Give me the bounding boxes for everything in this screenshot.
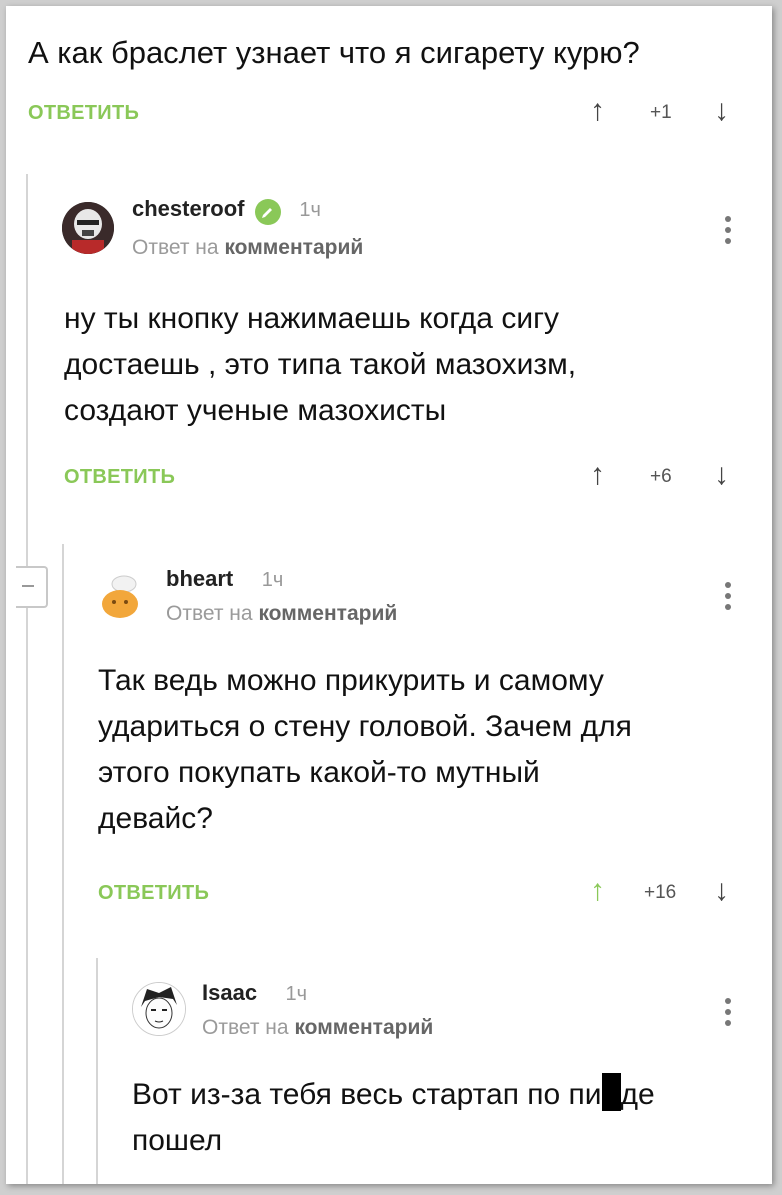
comment-time: 1ч <box>299 199 321 221</box>
comment-line: пошел <box>132 1124 223 1157</box>
comment-time: 1ч <box>261 569 284 591</box>
reply-button[interactable]: ОТВЕТИТЬ <box>98 882 209 905</box>
comment-time: 1ч <box>285 983 308 1005</box>
reply-to-link[interactable]: комментарий <box>294 1016 433 1039</box>
comment-text-part: Вот из-за тебя весь стартап по пи <box>132 1078 602 1111</box>
top-comment-downvote-icon[interactable]: ↓ <box>714 96 729 126</box>
comment-line: Вот из-за тебя весь стартап по пи де <box>132 1072 655 1118</box>
top-comment-reply-button[interactable]: ОТВЕТИТЬ <box>28 102 139 125</box>
anime-avatar[interactable] <box>132 982 186 1036</box>
kebab-menu-icon[interactable] <box>725 582 733 615</box>
reply-to-link[interactable]: комментарий <box>224 236 363 259</box>
top-comment-upvote-icon[interactable]: ↑ <box>590 96 605 126</box>
username[interactable]: Isaac <box>202 980 257 1005</box>
upvote-icon[interactable]: ↑ <box>590 460 605 490</box>
chef-avatar[interactable] <box>96 568 148 620</box>
username[interactable]: bheart <box>166 566 233 591</box>
thread-line-level3 <box>96 958 98 1184</box>
top-comment-text: А как браслет узнает что я сигарету курю… <box>28 35 640 70</box>
reply-to-prefix: Ответ на <box>202 1016 289 1039</box>
kebab-menu-icon[interactable] <box>725 216 733 249</box>
collapse-thread-icon[interactable] <box>16 566 48 608</box>
comment-line: девайс? <box>98 802 213 835</box>
comment-header: chesteroof 1ч <box>132 196 321 225</box>
reply-to-line: Ответ на комментарий <box>132 236 363 260</box>
comments-thread: А как браслет узнает что я сигарету курю… <box>6 6 772 1184</box>
downvote-icon[interactable]: ↓ <box>714 876 729 906</box>
comment-line: этого покупать какой-то мутный <box>98 756 540 789</box>
upvote-icon[interactable]: ↑ <box>590 876 605 906</box>
reply-to-line: Ответ на комментарий <box>166 602 397 626</box>
reply-to-prefix: Ответ на <box>132 236 219 259</box>
stormtrooper-avatar[interactable] <box>62 202 114 254</box>
reply-button[interactable]: ОТВЕТИТЬ <box>64 466 175 489</box>
comment-rating: +16 <box>644 882 677 903</box>
comment-body: Вот из-за тебя весь стартап по пи де поше… <box>132 1072 655 1164</box>
comment-line: достаешь , это типа такой мазохизм, <box>64 348 577 381</box>
comment-rating: +6 <box>650 466 672 487</box>
reply-to-line: Ответ на комментарий <box>202 1016 433 1040</box>
comment-line: создают ученые мазохисты <box>64 394 447 427</box>
redaction-block <box>601 1073 621 1111</box>
comment-line: удариться о стену головой. Зачем для <box>98 710 632 743</box>
comment-header: Isaac 1ч <box>202 980 307 1006</box>
comment-body: Так ведь можно прикурить и самому ударит… <box>98 658 632 842</box>
kebab-menu-icon[interactable] <box>725 998 733 1031</box>
thread-line-level2 <box>62 544 64 1184</box>
comment-text-part: де <box>620 1078 655 1111</box>
downvote-icon[interactable]: ↓ <box>714 460 729 490</box>
comment-line: ну ты кнопку нажимаешь когда сигу <box>64 302 560 335</box>
comment-body: ну ты кнопку нажимаешь когда сигу достае… <box>64 296 576 434</box>
reply-to-prefix: Ответ на <box>166 602 253 625</box>
verified-check-icon <box>254 198 281 225</box>
username[interactable]: chesteroof <box>132 196 244 221</box>
thread-line-level1 <box>26 174 28 1184</box>
comment-header: bheart 1ч <box>166 566 283 592</box>
top-comment-rating: +1 <box>650 102 672 123</box>
reply-to-link[interactable]: комментарий <box>258 602 397 625</box>
comment-line: Так ведь можно прикурить и самому <box>98 664 604 697</box>
